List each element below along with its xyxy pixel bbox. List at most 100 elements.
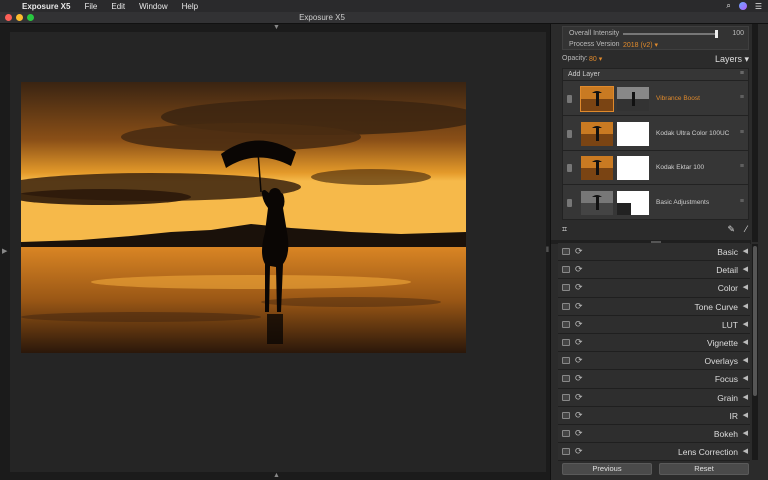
adjustment-panel-header[interactable]: ⟳ Basic ◀	[558, 243, 750, 262]
adjustment-panel-name: LUT	[721, 319, 738, 330]
chevron-left-icon[interactable]: ◀	[743, 411, 748, 419]
chevron-left-icon[interactable]: ◀	[743, 265, 748, 273]
overall-intensity-slider[interactable]	[623, 30, 718, 38]
menu-help[interactable]: Help	[182, 2, 198, 11]
chevron-left-icon[interactable]: ◀	[743, 283, 748, 291]
top-panel-toggle-icon[interactable]: ▼	[273, 24, 280, 31]
siri-icon[interactable]	[738, 2, 747, 10]
reset-icon[interactable]: ⟳	[575, 319, 583, 330]
adjustment-panel-header[interactable]: ⟳ LUT ◀	[558, 315, 750, 334]
adjustments-scrollbar[interactable]	[752, 244, 758, 460]
layer-row[interactable]: Vibrance Boost ≡	[563, 82, 748, 116]
adjustment-panel-header[interactable]: ⟳ Bokeh ◀	[558, 424, 750, 444]
adjustment-panel-name: Vignette	[706, 337, 738, 348]
adjustment-panel-header[interactable]: ⟳ IR ◀	[558, 406, 750, 425]
layer-options-icon[interactable]: ≡	[740, 70, 744, 77]
adjustment-panel-header[interactable]: ⟳ Color ◀	[558, 279, 750, 298]
spotlight-search-icon[interactable]: ⌕	[726, 1, 730, 11]
crop-icon[interactable]: ⌗	[562, 224, 567, 235]
drag-handle-icon[interactable]: ≡	[740, 94, 744, 101]
layer-name[interactable]: Kodak Ultra Color 100UC	[656, 130, 729, 137]
reset-icon[interactable]: ⟳	[575, 410, 583, 421]
overall-intensity-value[interactable]: 100	[732, 30, 744, 37]
bottom-panel-toggle-icon[interactable]: ▲	[273, 472, 280, 479]
scrollbar-thumb[interactable]	[753, 246, 757, 396]
layer-name[interactable]: Kodak Ektar 100	[656, 164, 704, 171]
layers-scrollbar[interactable]	[752, 24, 758, 242]
process-version-dropdown[interactable]: 2018 (v2) ▾	[623, 41, 658, 49]
intensity-section: Overall Intensity 100 Process Version 20…	[562, 26, 749, 50]
layer-row[interactable]: Kodak Ektar 100 ≡	[563, 151, 748, 185]
chevron-left-icon[interactable]: ◀	[743, 247, 748, 255]
overall-intensity-slider-handle[interactable]	[715, 30, 718, 38]
chevron-left-icon[interactable]: ◀	[743, 356, 748, 364]
layer-name[interactable]: Vibrance Boost	[656, 95, 700, 102]
menu-edit[interactable]: Edit	[111, 2, 125, 11]
chevron-left-icon[interactable]: ◀	[743, 447, 748, 455]
add-layer-row[interactable]: Add Layer ≡	[563, 69, 748, 81]
chevron-left-icon[interactable]: ◀	[743, 338, 748, 346]
adjustment-panel-header[interactable]: ⟳ Overlays ◀	[558, 352, 750, 371]
chevron-left-icon[interactable]: ◀	[743, 393, 748, 401]
layer-thumbnail	[580, 86, 614, 112]
drag-handle-icon[interactable]: ≡	[740, 198, 744, 205]
reset-icon[interactable]: ⟳	[575, 264, 583, 275]
chevron-left-icon[interactable]: ◀	[743, 429, 748, 437]
chevron-left-icon[interactable]: ◀	[743, 302, 748, 310]
panel-enable-toggle[interactable]	[562, 448, 570, 456]
reset-icon[interactable]: ⟳	[575, 392, 583, 403]
layer-visibility-toggle[interactable]	[567, 129, 572, 138]
right-panel-divider-handle[interactable]: ‖	[546, 247, 549, 254]
panel-enable-toggle[interactable]	[562, 302, 570, 310]
chevron-left-icon[interactable]: ◀	[743, 320, 748, 328]
panel-enable-toggle[interactable]	[562, 266, 570, 274]
adjustment-panel-header[interactable]: ⟳ Focus ◀	[558, 370, 750, 389]
layer-row[interactable]: Basic Adjustments ≡	[563, 186, 748, 220]
sunset-silhouette-photo[interactable]	[21, 82, 466, 353]
layer-visibility-toggle[interactable]	[567, 164, 572, 172]
opacity-dropdown[interactable]: 80 ▾	[589, 55, 602, 63]
reset-icon[interactable]: ⟳	[575, 373, 583, 384]
reset-icon[interactable]: ⟳	[575, 282, 583, 293]
layer-row[interactable]: Kodak Ultra Color 100UC ≡	[563, 117, 748, 151]
opacity-row: Opacity: 80 ▾ Layers ▾	[562, 54, 749, 65]
panel-enable-toggle[interactable]	[562, 411, 570, 419]
panel-enable-toggle[interactable]	[562, 284, 570, 292]
notification-center-icon[interactable]: ☰	[755, 2, 762, 11]
drag-handle-icon[interactable]: ≡	[740, 129, 744, 136]
adjustment-panel-header[interactable]: ⟳ Lens Correction ◀	[558, 443, 750, 462]
pencil-icon[interactable]: ✎	[727, 224, 735, 235]
panel-enable-toggle[interactable]	[562, 393, 570, 401]
reset-icon[interactable]: ⟳	[575, 446, 583, 457]
reset-icon[interactable]: ⟳	[575, 246, 583, 257]
panel-enable-toggle[interactable]	[562, 320, 570, 328]
adjustment-panel-header[interactable]: ⟳ Vignette ◀	[558, 333, 750, 353]
adjustment-panel-header[interactable]: ⟳ Detail ◀	[558, 261, 750, 280]
panel-enable-toggle[interactable]	[562, 429, 570, 437]
previous-button[interactable]: Previous	[562, 463, 652, 475]
left-panel-toggle-icon[interactable]: ▶	[2, 247, 7, 255]
menu-app-name[interactable]: Exposure X5	[22, 2, 70, 11]
layer-visibility-toggle[interactable]	[567, 198, 572, 207]
reset-button[interactable]: Reset	[659, 463, 749, 475]
process-version-label: Process Version	[569, 41, 620, 48]
reset-icon[interactable]: ⟳	[575, 355, 583, 366]
layer-name[interactable]: Basic Adjustments	[656, 199, 709, 206]
layer-visibility-toggle[interactable]	[567, 95, 572, 103]
panel-enable-toggle[interactable]	[562, 338, 570, 346]
adjustment-panel-header[interactable]: ⟳ Tone Curve ◀	[558, 297, 750, 316]
adjustment-panel-name: Detail	[716, 265, 738, 276]
drag-handle-icon[interactable]: ≡	[740, 163, 744, 170]
menu-window[interactable]: Window	[139, 2, 167, 11]
chevron-left-icon[interactable]: ◀	[743, 374, 748, 382]
reset-icon[interactable]: ⟳	[575, 428, 583, 439]
panel-enable-toggle[interactable]	[562, 357, 570, 365]
brush-icon[interactable]: ⁄	[745, 224, 747, 234]
panel-enable-toggle[interactable]	[562, 375, 570, 383]
layers-header[interactable]: Layers ▾	[715, 54, 749, 65]
reset-icon[interactable]: ⟳	[575, 337, 583, 348]
menu-file[interactable]: File	[84, 2, 97, 11]
adjustment-panel-header[interactable]: ⟳ Grain ◀	[558, 388, 750, 407]
reset-icon[interactable]: ⟳	[575, 301, 583, 312]
panel-enable-toggle[interactable]	[562, 248, 570, 255]
